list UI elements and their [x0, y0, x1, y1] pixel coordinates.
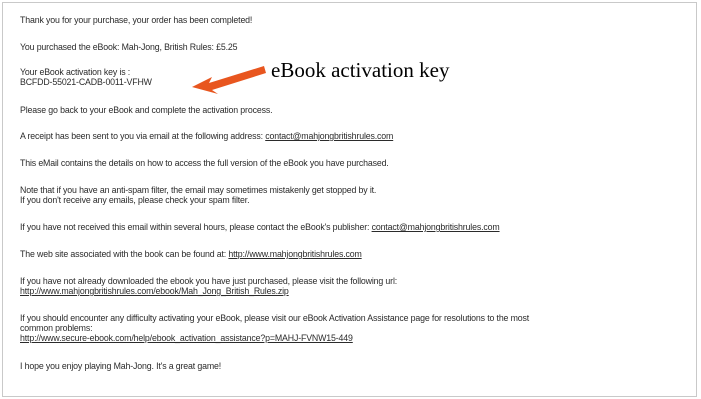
- arrow-icon: [192, 66, 266, 94]
- publisher-email-link[interactable]: contact@mahjongbritishrules.com: [372, 222, 500, 232]
- spam-note-line-2: If you don't receive any emails, please …: [20, 195, 250, 205]
- website-line: The web site associated with the book ca…: [20, 249, 362, 260]
- download-link[interactable]: http://www.mahjongbritishrules.com/ebook…: [20, 286, 289, 297]
- arrow-shape: [192, 66, 266, 94]
- thank-you-text: Thank you for your purchase, your order …: [20, 15, 253, 25]
- assistance-link[interactable]: http://www.secure-ebook.com/help/ebook_a…: [20, 333, 353, 344]
- difficulty-line-1: If you should encounter any difficulty a…: [20, 313, 530, 323]
- not-received-prefix: If you have not received this email with…: [20, 222, 370, 232]
- closing-text: I hope you enjoy playing Mah-Jong. It's …: [20, 361, 222, 371]
- receipt-line: A receipt has been sent to you via email…: [20, 131, 393, 142]
- receipt-email-link[interactable]: contact@mahjongbritishrules.com: [265, 131, 393, 141]
- activation-key-callout: eBook activation key: [271, 58, 450, 82]
- go-back-instruction: Please go back to your eBook and complet…: [20, 105, 273, 115]
- website-link[interactable]: http://www.mahjongbritishrules.com: [228, 249, 361, 259]
- not-received-line: If you have not received this email with…: [20, 222, 500, 233]
- activation-key-value: BCFDD-55021-CADB-0011-VFHW: [20, 77, 152, 87]
- purchase-summary: You purchased the eBook: Mah-Jong, Briti…: [20, 42, 238, 52]
- details-text: This eMail contains the details on how t…: [20, 158, 389, 168]
- receipt-prefix: A receipt has been sent to you via email…: [20, 131, 263, 141]
- website-prefix: The web site associated with the book ca…: [20, 249, 227, 259]
